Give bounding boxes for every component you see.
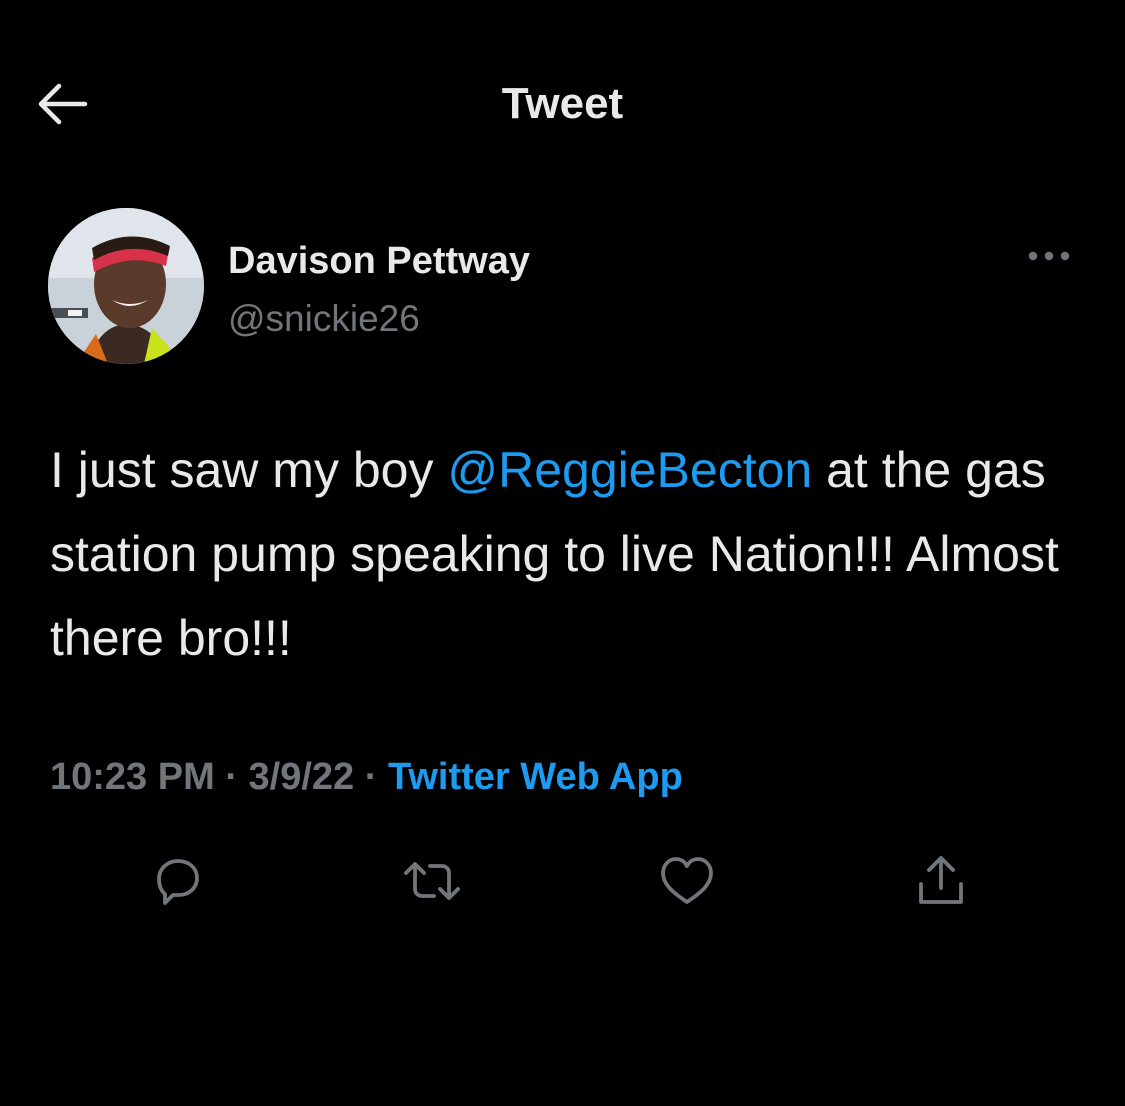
reply-button[interactable] xyxy=(142,846,212,916)
avatar-photo xyxy=(48,208,204,364)
more-horizontal-icon xyxy=(1028,251,1070,261)
author-display-name[interactable]: Davison Pettway xyxy=(228,238,530,284)
retweet-icon xyxy=(404,862,460,900)
avatar[interactable] xyxy=(48,208,204,364)
meta-separator: · xyxy=(214,756,249,798)
like-button[interactable] xyxy=(652,846,722,916)
page-title: Tweet xyxy=(501,79,624,128)
share-icon xyxy=(919,856,963,904)
author-handle[interactable]: @snickie26 xyxy=(228,296,420,342)
tweet-meta: 10:23 PM · 3/9/22 · Twitter Web App xyxy=(50,752,683,802)
action-bar xyxy=(0,846,1125,916)
reply-icon xyxy=(157,859,199,905)
mention-link[interactable]: @ReggieBecton xyxy=(447,442,812,498)
more-options-button[interactable] xyxy=(1020,236,1078,276)
top-bar: Tweet xyxy=(0,0,1125,210)
tweet-text-start: I just saw my boy xyxy=(50,442,448,498)
tweet-text: I just saw my boy @ReggieBecton at the g… xyxy=(50,428,1090,680)
share-button[interactable] xyxy=(906,846,976,916)
meta-separator: · xyxy=(354,756,388,798)
heart-icon xyxy=(661,857,713,904)
tweet-source-link[interactable]: Twitter Web App xyxy=(388,756,683,798)
tweet-author: Davison Pettway @snickie26 xyxy=(48,208,1078,364)
tweet-time[interactable]: 10:23 PM xyxy=(50,756,215,798)
retweet-button[interactable] xyxy=(397,846,467,916)
tweet-date[interactable]: 3/9/22 xyxy=(249,756,355,798)
